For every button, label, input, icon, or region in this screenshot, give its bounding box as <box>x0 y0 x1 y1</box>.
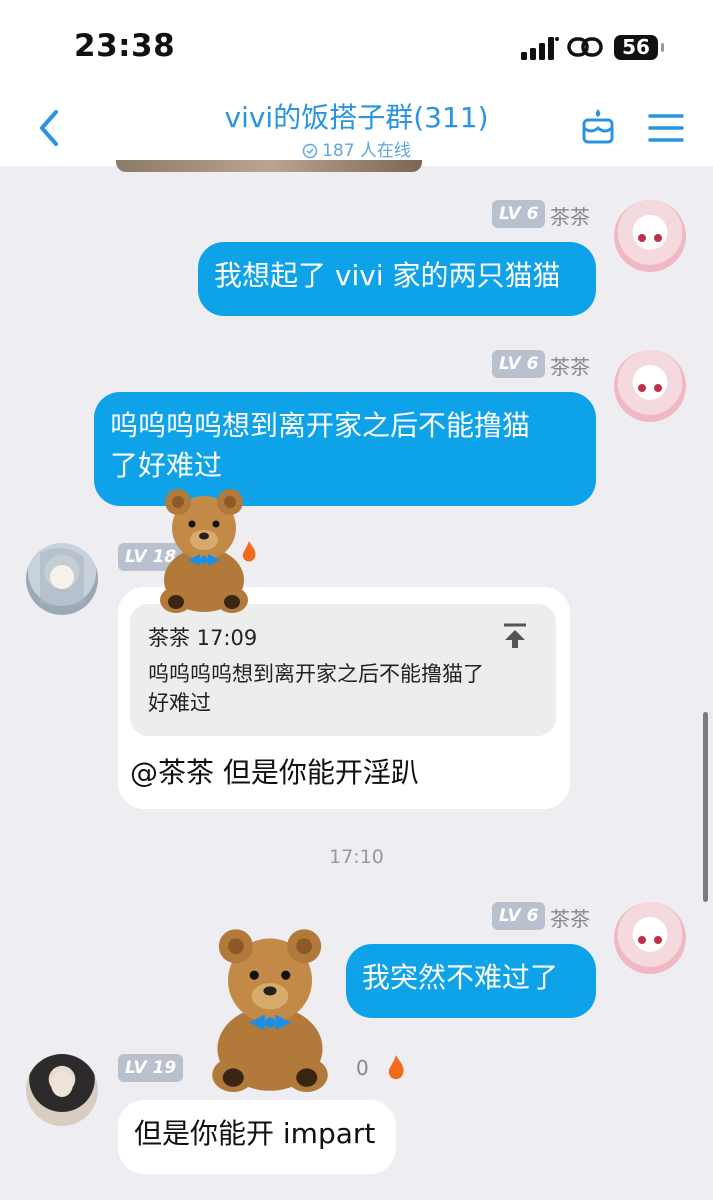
message-text: 我想起了 vivi 家的两只猫猫 <box>214 259 561 292</box>
chat-header: vivi的饭搭子群(311) 187 人在线 <box>0 90 713 166</box>
message-bubble[interactable]: 我突然不难过了 <box>346 944 596 1018</box>
previous-image-edge[interactable] <box>116 160 422 172</box>
battery-indicator: 56 <box>614 35 658 60</box>
online-count-text: 187 人在线 <box>322 141 411 161</box>
avatar[interactable] <box>26 543 98 615</box>
battery-tip <box>661 43 664 52</box>
avatar-face-icon <box>40 547 84 606</box>
quote-text: 呜呜呜呜想到离开家之后不能撸猫了 好难过 <box>148 660 540 718</box>
avatar[interactable] <box>614 902 686 974</box>
link-icon <box>567 37 603 57</box>
status-bar: 23:38 56 <box>0 0 713 90</box>
avatar-face-icon <box>638 384 662 392</box>
timestamp: 17:10 <box>329 846 384 868</box>
message-text: 但是你能开 impart <box>134 1117 376 1150</box>
level-badge: LV 6 <box>492 902 546 930</box>
avatar-face-icon <box>51 1071 73 1097</box>
teddy-bear-sticker-icon <box>212 929 328 1093</box>
quote-text-line: 呜呜呜呜想到离开家之后不能撸猫了 <box>148 662 484 686</box>
message-text: 我突然不难过了 <box>362 961 559 994</box>
sender-name: 茶茶 <box>550 205 590 229</box>
jump-to-message-icon[interactable] <box>502 622 528 650</box>
status-time: 23:38 <box>74 28 176 64</box>
sender-name: 茶茶 <box>550 355 590 379</box>
message-bubble[interactable]: 但是你能开 impart <box>118 1100 396 1174</box>
avatar[interactable] <box>614 350 686 422</box>
avatar-face-icon <box>638 234 662 242</box>
signal-icon <box>521 37 559 60</box>
level-badge: LV 6 <box>492 200 546 228</box>
check-circle-icon <box>302 143 318 159</box>
scrollbar[interactable] <box>703 712 708 902</box>
level-badge: LV 19 <box>118 1054 184 1082</box>
quoted-message[interactable]: 茶茶 17:09 呜呜呜呜想到离开家之后不能撸猫了 好难过 <box>130 604 556 736</box>
quote-sender-time: 茶茶 17:09 <box>148 626 258 650</box>
avatar[interactable] <box>614 200 686 272</box>
sender-name: 茶茶 <box>550 907 590 931</box>
message-bubble[interactable]: 我想起了 vivi 家的两只猫猫 <box>198 242 596 316</box>
message-text-line: 了好难过 <box>110 449 223 482</box>
avatar-face-icon <box>638 936 662 944</box>
message-text: @茶茶 但是你能开淫趴 <box>130 756 419 789</box>
level-badge: LV 6 <box>492 350 546 378</box>
sender-name-partial: 0 <box>356 1056 369 1080</box>
cake-icon[interactable] <box>580 106 616 146</box>
fire-icon <box>242 541 256 562</box>
message-text-line: 呜呜呜呜想到离开家之后不能撸猫 <box>110 409 531 442</box>
quote-text-line: 好难过 <box>148 691 211 715</box>
menu-icon[interactable] <box>648 112 684 144</box>
avatar[interactable] <box>26 1054 98 1126</box>
fire-icon <box>388 1055 404 1080</box>
